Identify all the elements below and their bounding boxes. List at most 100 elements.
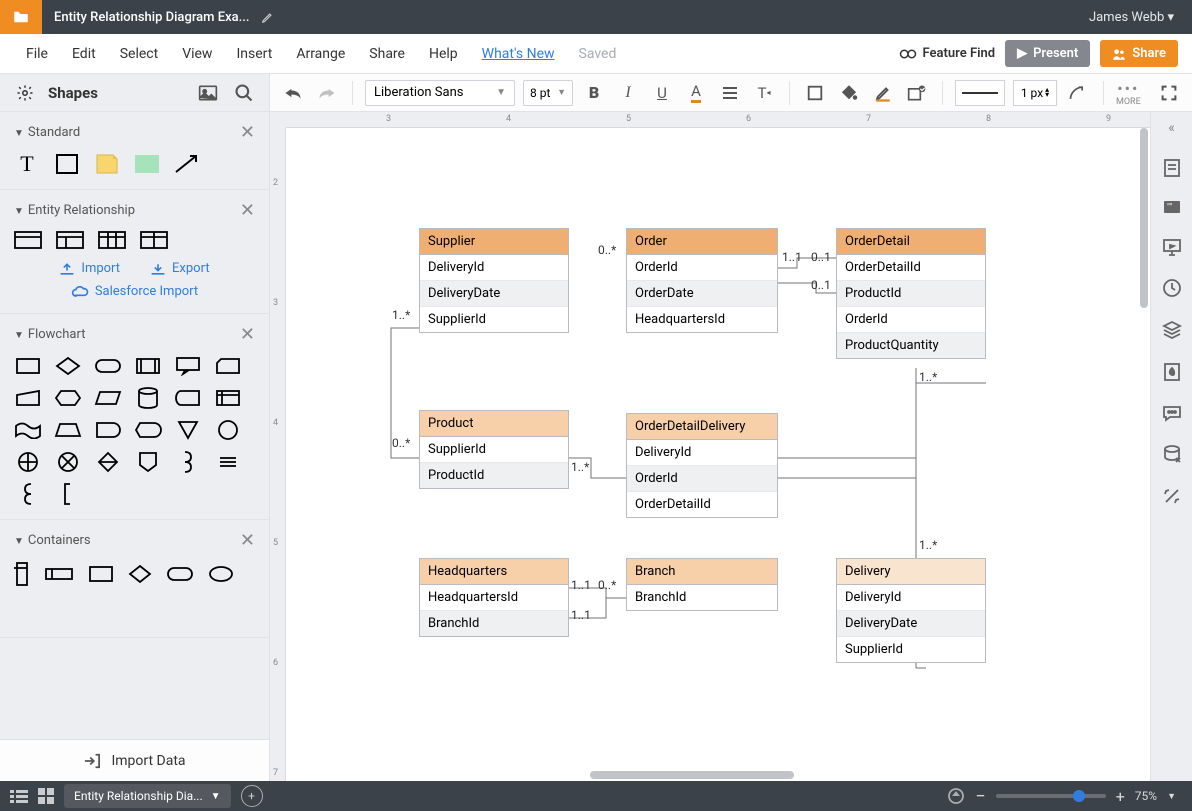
menu-select[interactable]: Select (108, 40, 170, 68)
fc-circle[interactable] (214, 419, 242, 441)
bold-icon[interactable]: B (581, 80, 607, 106)
fc-or[interactable] (54, 451, 82, 473)
close-section-icon[interactable]: ✕ (240, 122, 255, 143)
horizontal-scrollbar[interactable] (302, 769, 1150, 781)
zoom-out-icon[interactable]: − (975, 786, 985, 807)
menu-view[interactable]: View (170, 40, 224, 68)
image-icon[interactable] (195, 80, 221, 106)
entity-supplier[interactable]: Supplier DeliveryId DeliveryDate Supplie… (419, 228, 569, 333)
export-link[interactable]: Export (150, 261, 210, 276)
fc-internal[interactable] (214, 387, 242, 409)
entity-headquarters[interactable]: Headquarters HeadquartersId BranchId (419, 558, 569, 637)
doc-icon[interactable] (1163, 158, 1181, 178)
menu-edit[interactable]: Edit (60, 40, 108, 68)
fc-bracket[interactable] (54, 483, 82, 505)
section-flowchart[interactable]: Flowchart (28, 327, 86, 342)
edit-title-icon[interactable] (261, 10, 275, 24)
redo-icon[interactable] (314, 80, 340, 106)
entity-order-detail-delivery[interactable]: OrderDetailDelivery DeliveryId OrderId O… (626, 413, 778, 518)
font-size-select[interactable]: 8 pt▼ (523, 80, 573, 106)
fc-delay[interactable] (94, 419, 122, 441)
entity-product[interactable]: Product SupplierId ProductId (419, 410, 569, 489)
line-style-select[interactable] (955, 80, 1005, 106)
zoom-value[interactable]: 75% (1135, 789, 1157, 803)
shape-box-icon[interactable] (802, 80, 828, 106)
note-shape[interactable] (94, 153, 120, 175)
entity-order[interactable]: Order OrderId OrderDate HeadquartersId (626, 228, 778, 333)
underline-icon[interactable]: U (649, 80, 675, 106)
fc-diamond[interactable] (54, 355, 82, 377)
menu-file[interactable]: File (14, 40, 60, 68)
data-icon[interactable] (1162, 444, 1182, 464)
import-link[interactable]: Import (59, 261, 120, 276)
cont-4[interactable] (128, 564, 152, 584)
fc-storage[interactable] (174, 387, 202, 409)
menu-whats-new[interactable]: What's New (470, 40, 567, 68)
fc-display[interactable] (134, 419, 162, 441)
present-button[interactable]: ▶ Present (1005, 40, 1090, 67)
fc-callout[interactable] (174, 355, 202, 377)
fc-brace-l[interactable] (14, 483, 42, 505)
drop-icon[interactable] (1163, 362, 1181, 382)
fc-manual-input[interactable] (14, 387, 42, 409)
quote-icon[interactable]: "" (1163, 200, 1181, 216)
fc-card[interactable] (214, 355, 242, 377)
italic-icon[interactable]: I (615, 80, 641, 106)
search-icon[interactable] (231, 80, 257, 106)
fc-offpage[interactable] (134, 451, 162, 473)
close-section-icon[interactable]: ✕ (240, 530, 255, 551)
comment-icon[interactable] (1162, 404, 1182, 422)
section-standard[interactable]: Standard (28, 125, 80, 140)
feature-find[interactable]: Feature Find (899, 46, 996, 61)
fc-trapezoid[interactable] (54, 419, 82, 441)
stroke-color-icon[interactable] (870, 80, 896, 106)
green-rect-shape[interactable] (134, 153, 160, 175)
more-button[interactable]: •••MORE (1116, 79, 1141, 107)
fc-wave[interactable] (14, 419, 42, 441)
line-arrow-icon[interactable] (1065, 80, 1091, 106)
share-button[interactable]: Share (1100, 40, 1178, 67)
menu-arrange[interactable]: Arrange (284, 40, 357, 68)
fc-brace-r[interactable] (174, 451, 202, 473)
magic-icon[interactable] (1162, 486, 1182, 506)
fc-terminator[interactable] (94, 355, 122, 377)
er-shape-3[interactable] (98, 231, 126, 249)
fullscreen-icon[interactable] (1156, 80, 1182, 106)
cont-3[interactable] (88, 565, 114, 583)
fc-lines[interactable] (214, 451, 242, 473)
font-select[interactable]: Liberation Sans▼ (365, 80, 515, 106)
canvas[interactable]: Supplier DeliveryId DeliveryDate Supplie… (286, 128, 1150, 781)
gear-icon[interactable] (12, 80, 38, 106)
fc-sort[interactable] (94, 451, 122, 473)
fc-predef[interactable] (134, 355, 162, 377)
undo-icon[interactable] (280, 80, 306, 106)
page-tab[interactable]: Entity Relationship Dia...▼ (64, 784, 231, 808)
list-view-icon[interactable] (0, 789, 38, 803)
user-menu[interactable]: James Webb ▾ (1089, 10, 1192, 25)
zoom-in-icon[interactable]: + (1116, 787, 1125, 806)
grid-view-icon[interactable] (38, 788, 54, 804)
cont-2[interactable] (44, 567, 74, 581)
section-containers[interactable]: Containers (28, 533, 91, 548)
entity-branch[interactable]: Branch BranchId (626, 558, 778, 611)
zoom-slider[interactable] (996, 794, 1106, 798)
layers-icon[interactable] (1162, 320, 1182, 340)
rect-shape[interactable] (54, 153, 80, 175)
text-shape[interactable]: T (14, 153, 40, 175)
entity-delivery[interactable]: Delivery DeliveryId DeliveryDate Supplie… (836, 558, 986, 663)
text-style-icon[interactable]: T◂ (751, 80, 777, 106)
document-title[interactable]: Entity Relationship Diagram Exa... (42, 10, 261, 25)
salesforce-import-link[interactable]: Salesforce Import (71, 284, 198, 299)
align-icon[interactable] (717, 80, 743, 106)
close-section-icon[interactable]: ✕ (240, 200, 255, 221)
entity-order-detail[interactable]: OrderDetail OrderDetailId ProductId Orde… (836, 228, 986, 359)
fc-triangle[interactable] (174, 419, 202, 441)
folder-icon[interactable] (0, 0, 42, 34)
er-shape-4[interactable] (140, 231, 168, 249)
vertical-scrollbar[interactable] (1140, 128, 1148, 308)
section-entity-rel[interactable]: Entity Relationship (28, 203, 135, 218)
import-data-button[interactable]: Import Data (0, 739, 269, 781)
history-icon[interactable] (1162, 278, 1182, 298)
cont-6[interactable] (208, 565, 234, 583)
fc-hexagon[interactable] (54, 387, 82, 409)
